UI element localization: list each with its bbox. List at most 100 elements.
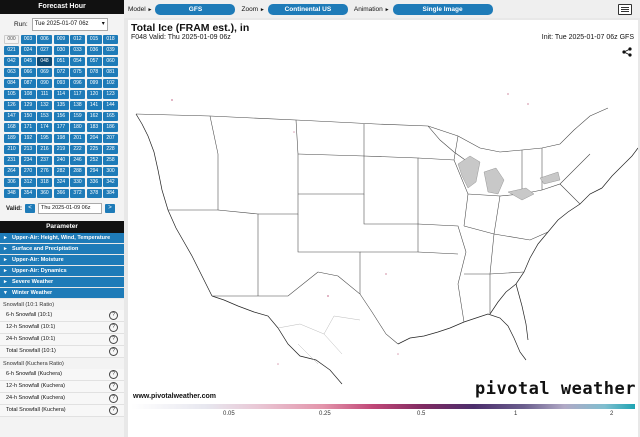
forecast-hour-button[interactable]: 132 [37,101,52,110]
run-select[interactable]: Tue 2025-01-07 06z ▾ [31,18,108,31]
parameter-category[interactable]: ▸ Upper-Air: Height, Wind, Temperature [0,233,124,244]
forecast-hour-button[interactable]: 300 [103,167,118,176]
forecast-hour-button[interactable]: 186 [103,123,118,132]
forecast-hour-button[interactable]: 204 [86,134,102,143]
forecast-hour-button[interactable]: 105 [4,90,19,99]
help-icon[interactable]: ? [109,311,118,320]
forecast-hour-button[interactable]: 108 [20,90,36,99]
forecast-hour-button[interactable]: 114 [53,90,69,99]
parameter-category[interactable]: ▸ Upper-Air: Moisture [0,255,124,266]
forecast-hour-button[interactable]: 138 [70,101,85,110]
zoom-button[interactable]: Continental US [267,3,348,15]
forecast-hour-button[interactable]: 258 [103,156,118,165]
forecast-hour-button[interactable]: 312 [20,178,36,187]
forecast-hour-button[interactable]: 201 [70,134,85,143]
forecast-hour-button[interactable]: 063 [4,68,19,77]
forecast-hour-button[interactable]: 342 [103,178,118,187]
forecast-hour-button[interactable]: 018 [103,35,118,44]
forecast-hour-button[interactable]: 177 [53,123,69,132]
parameter-item[interactable]: 12-h Snowfall (10:1)? [0,322,124,334]
forecast-hour-button[interactable]: 051 [53,57,69,66]
forecast-hour-button[interactable]: 111 [37,90,52,99]
forecast-hour-button[interactable]: 075 [70,68,85,77]
forecast-hour-button[interactable]: 084 [4,79,19,88]
forecast-hour-button[interactable]: 003 [20,35,36,44]
forecast-hour-button[interactable]: 207 [103,134,118,143]
forecast-hour-button[interactable]: 012 [70,35,85,44]
parameter-item[interactable]: 24-h Snowfall (10:1)? [0,334,124,346]
forecast-hour-button[interactable]: 330 [70,178,85,187]
forecast-hour-button[interactable]: 027 [37,46,52,55]
forecast-hour-button[interactable]: 126 [4,101,19,110]
forecast-hour-button[interactable]: 150 [20,112,36,121]
forecast-hour-button[interactable]: 072 [53,68,69,77]
forecast-hour-button[interactable]: 117 [70,90,85,99]
forecast-hour-button[interactable]: 147 [4,112,19,121]
forecast-hour-button[interactable]: 102 [103,79,118,88]
parameter-item[interactable]: 6-h Snowfall (Kuchera)? [0,369,124,381]
help-icon[interactable]: ? [109,406,118,415]
parameter-item[interactable]: Total Snowfall (Kuchera)? [0,405,124,417]
forecast-hour-button[interactable]: 096 [70,79,85,88]
prev-hour-button[interactable]: < [25,204,36,213]
valid-select[interactable]: Thu 2025-01-09 06z [38,203,103,214]
forecast-hour-button[interactable]: 099 [86,79,102,88]
forecast-hour-button[interactable]: 015 [86,35,102,44]
forecast-hour-button[interactable]: 324 [53,178,69,187]
parameter-category[interactable]: ▸ Severe Weather [0,277,124,288]
forecast-hour-button[interactable]: 294 [86,167,102,176]
forecast-hour-button[interactable]: 078 [86,68,102,77]
forecast-hour-button[interactable]: 189 [4,134,19,143]
forecast-hour-button[interactable]: 129 [20,101,36,110]
forecast-hour-button[interactable]: 162 [86,112,102,121]
forecast-hour-button[interactable]: 036 [86,46,102,55]
forecast-hour-button[interactable]: 153 [37,112,52,121]
forecast-hour-button[interactable]: 054 [70,57,85,66]
forecast-hour-button[interactable]: 159 [70,112,85,121]
model-button[interactable]: GFS [155,3,236,15]
forecast-hour-button[interactable]: 123 [103,90,118,99]
forecast-hour-button[interactable]: 039 [103,46,118,55]
forecast-hour-button[interactable]: 198 [53,134,69,143]
help-icon[interactable]: ? [109,382,118,391]
parameter-item[interactable]: Total Snowfall (10:1)? [0,346,124,358]
help-icon[interactable]: ? [109,347,118,356]
forecast-hour-button[interactable]: 237 [37,156,52,165]
forecast-hour-button[interactable]: 228 [103,145,118,154]
forecast-hour-button[interactable]: 246 [70,156,85,165]
next-hour-button[interactable]: > [105,204,116,213]
forecast-hour-button[interactable]: 234 [20,156,36,165]
forecast-hour-button[interactable]: 270 [20,167,36,176]
forecast-hour-button[interactable]: 120 [86,90,102,99]
forecast-hour-button[interactable]: 093 [53,79,69,88]
forecast-hour-button[interactable]: 318 [37,178,52,187]
help-icon[interactable]: ? [109,370,118,379]
forecast-hour-button[interactable]: 372 [70,189,85,198]
forecast-hour-button[interactable]: 174 [37,123,52,132]
forecast-hour-button[interactable]: 171 [20,123,36,132]
parameter-category[interactable]: ▸ Upper-Air: Dynamics [0,266,124,277]
forecast-hour-button[interactable]: 048 [37,57,52,66]
forecast-hour-button[interactable]: 168 [4,123,19,132]
forecast-hour-button[interactable]: 135 [53,101,69,110]
keyboard-icon[interactable] [618,4,632,15]
forecast-hour-button[interactable]: 336 [86,178,102,187]
forecast-hour-button[interactable]: 210 [4,145,19,154]
forecast-hour-button[interactable]: 240 [53,156,69,165]
forecast-hour-button[interactable]: 090 [37,79,52,88]
forecast-hour-button[interactable]: 156 [53,112,69,121]
forecast-hour-button[interactable]: 180 [70,123,85,132]
forecast-hour-button[interactable]: 288 [70,167,85,176]
help-icon[interactable]: ? [109,335,118,344]
forecast-hour-button[interactable]: 006 [37,35,52,44]
parameter-item[interactable]: 6-h Snowfall (10:1)? [0,310,124,322]
forecast-hour-button[interactable]: 030 [53,46,69,55]
forecast-hour-button[interactable]: 000 [4,35,19,44]
forecast-hour-button[interactable]: 225 [86,145,102,154]
forecast-hour-button[interactable]: 354 [20,189,36,198]
parameter-item[interactable]: 12-h Snowfall (Kuchera)? [0,381,124,393]
help-icon[interactable]: ? [109,323,118,332]
forecast-hour-button[interactable]: 264 [4,167,19,176]
parameter-category[interactable]: ▾ Winter Weather [0,288,124,299]
forecast-hour-button[interactable]: 192 [20,134,36,143]
